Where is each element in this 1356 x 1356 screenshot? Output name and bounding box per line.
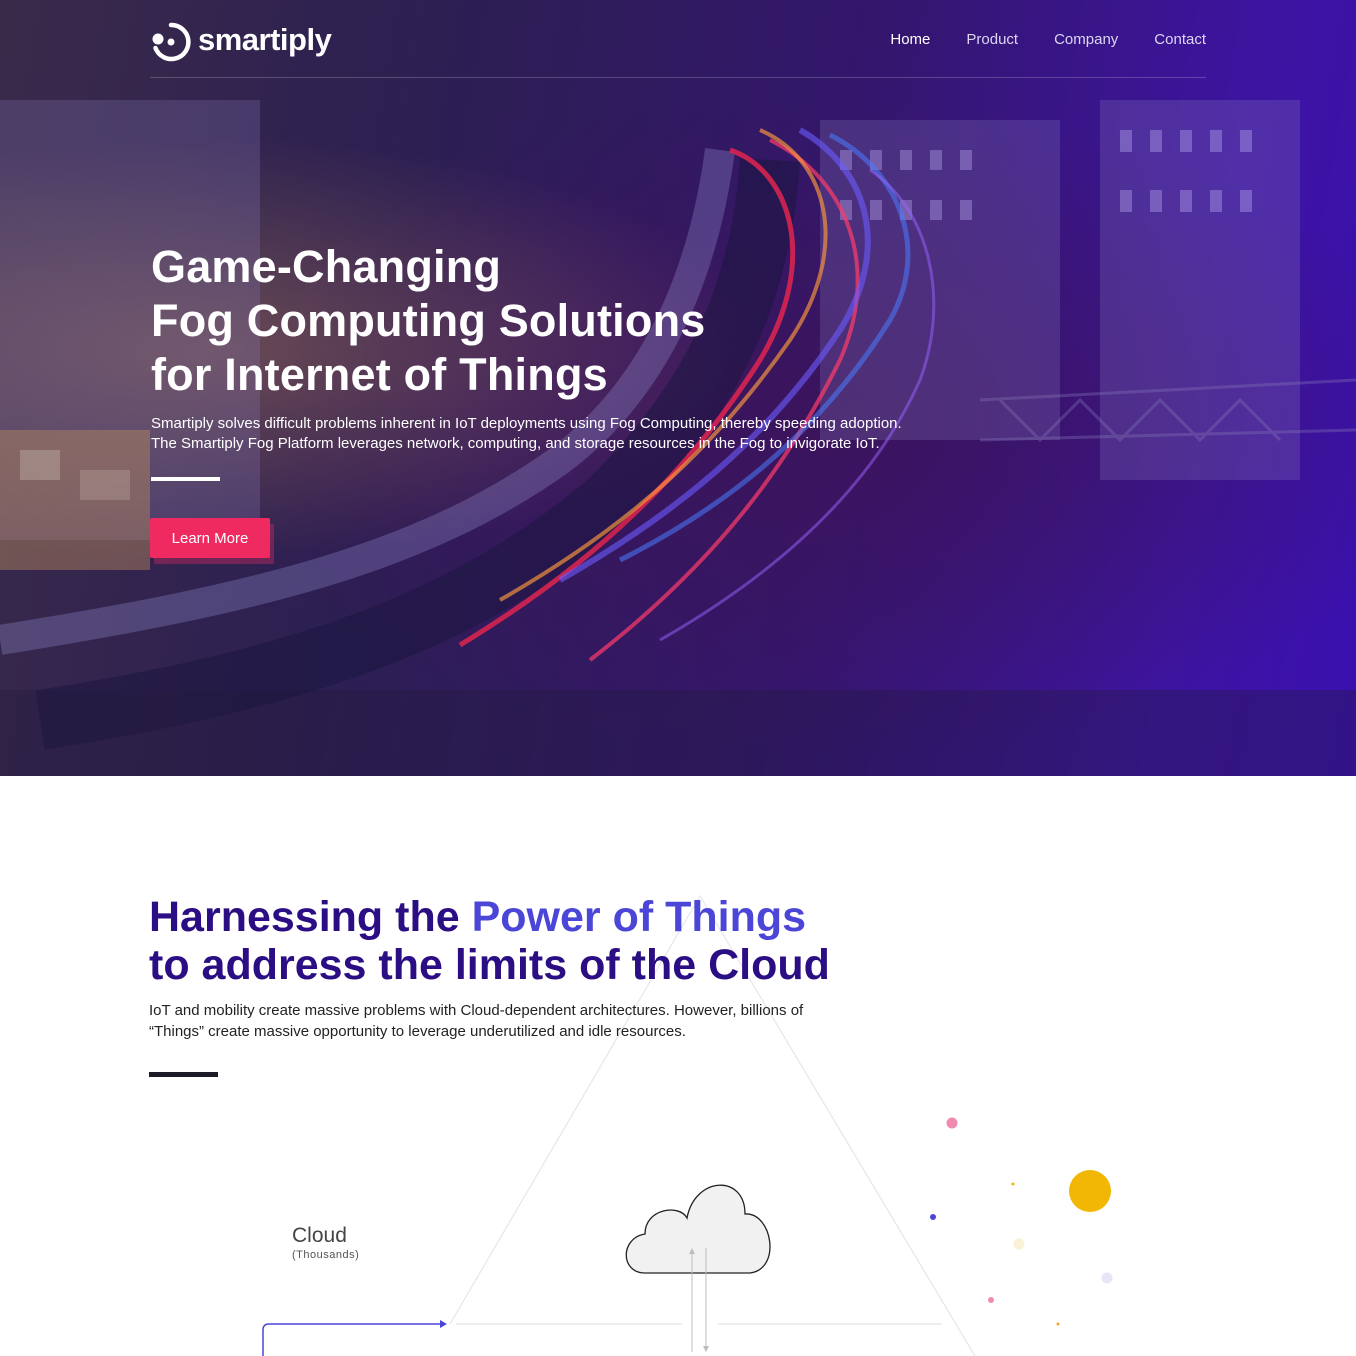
section-title-line-1: Harnessing the Power of Things	[149, 893, 830, 941]
section-title-part: Harnessing the	[149, 893, 472, 941]
logo-icon	[152, 22, 191, 62]
hero-title-line: for Internet of Things	[151, 349, 608, 400]
hero-subtitle: Smartiply solves difficult problems inhe…	[151, 414, 1051, 454]
decor-dot	[1056, 1322, 1060, 1326]
decor-dot	[1013, 1238, 1025, 1250]
nav-item-contact[interactable]: Contact	[1154, 31, 1206, 48]
nav-item-product[interactable]: Product	[966, 31, 1018, 48]
decor-dot	[930, 1214, 936, 1220]
cloud-label: Cloud	[292, 1224, 347, 1247]
cloud-sublabel: (Thousands)	[292, 1249, 360, 1261]
hero-title: Game-Changing Fog Computing Solutions fo…	[151, 240, 706, 402]
hero-subtitle-line: Smartiply solves difficult problems inhe…	[151, 415, 902, 432]
section-body-line: IoT and mobility create massive problems…	[149, 1002, 804, 1019]
section-title-line-2: to address the limits of the Cloud	[149, 941, 830, 989]
fog-diagram	[262, 894, 1113, 1356]
section-title-accent: Power of Things	[471, 893, 807, 941]
cloud-icon	[625, 1184, 771, 1274]
nav-divider	[150, 77, 1206, 78]
hero-title-line: Game-Changing	[151, 241, 502, 292]
nav-item-company[interactable]: Company	[1054, 31, 1118, 48]
connector-arrowhead	[440, 1320, 447, 1328]
hero-subtitle-line: The Smartiply Fog Platform leverages net…	[151, 435, 880, 452]
main-nav: Home Product Company Contact	[890, 31, 1206, 48]
hero-divider	[151, 477, 220, 481]
section-divider	[149, 1072, 218, 1077]
decor-dot	[1069, 1170, 1111, 1212]
nav-item-home[interactable]: Home	[890, 31, 930, 48]
brand-logo[interactable]: smartiply	[150, 22, 332, 62]
decor-dot	[1101, 1272, 1113, 1284]
decor-dot	[946, 1117, 958, 1129]
brand-name: smartiply	[198, 22, 332, 57]
learn-more-button[interactable]: Learn More	[150, 518, 270, 558]
hero-title-line: Fog Computing Solutions	[151, 295, 706, 346]
decor-dot	[1011, 1182, 1015, 1186]
hero-section: smartiply Home Product Company Contact G…	[0, 0, 1356, 776]
section-title: Harnessing the Power of Things to addres…	[149, 893, 830, 989]
section-body: IoT and mobility create massive problems…	[149, 1000, 803, 1042]
section-body-line: “Things” create massive opportunity to l…	[149, 1023, 686, 1040]
decor-dot	[988, 1297, 994, 1303]
connector-arrow	[262, 1323, 440, 1356]
